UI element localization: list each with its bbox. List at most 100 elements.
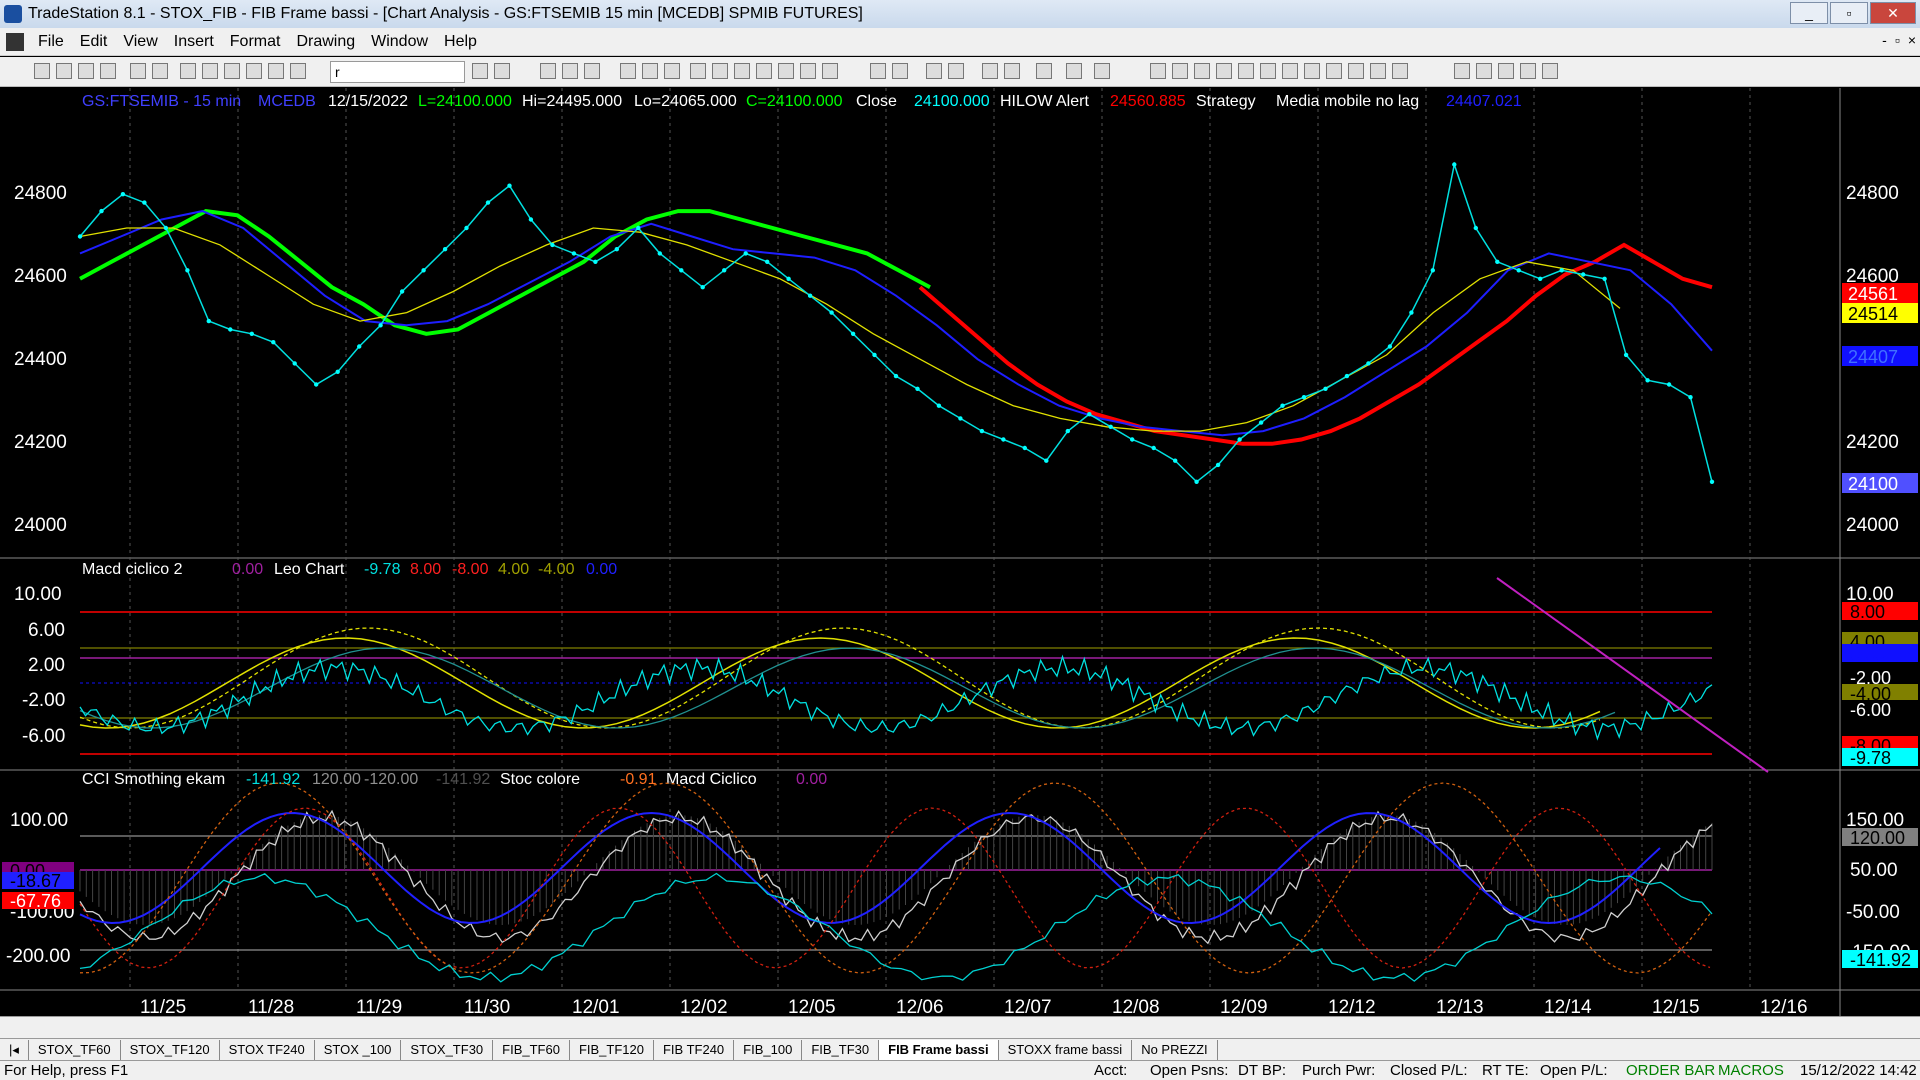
tab-fib-tf30[interactable]: FIB_TF30 <box>802 1039 880 1060</box>
search-icon[interactable] <box>494 63 510 79</box>
lock-icon[interactable] <box>246 63 262 79</box>
regression-icon[interactable] <box>1326 63 1342 79</box>
menu-drawing[interactable]: Drawing <box>288 33 363 51</box>
data-window-icon[interactable] <box>1004 63 1020 79</box>
menu-file[interactable]: File <box>30 33 72 51</box>
price-point <box>571 251 577 256</box>
tab-fib-tf240[interactable]: FIB TF240 <box>654 1039 735 1060</box>
mdi-close-button[interactable]: × <box>1908 32 1916 48</box>
cci-legend-stoc: Stoc colore <box>500 771 580 788</box>
print-icon[interactable] <box>130 63 146 79</box>
cycle-lines-icon[interactable] <box>1370 63 1386 79</box>
price-point <box>464 225 469 231</box>
tab-stox-tf120[interactable]: STOX_TF120 <box>121 1039 220 1060</box>
arc-icon[interactable] <box>1348 63 1364 79</box>
status-order-bar[interactable]: ORDER BAR <box>1626 1062 1715 1079</box>
symbol-icon[interactable] <box>290 63 306 79</box>
copy-icon[interactable] <box>202 63 218 79</box>
mdi-minimize-button[interactable]: - <box>1882 32 1887 48</box>
tab-fib-tf120[interactable]: FIB_TF120 <box>570 1039 654 1060</box>
chart-analysis-window[interactable]: GS:FTSEMIB - 15 min MCEDB 12/15/2022 L=2… <box>0 88 1920 1018</box>
cci-left-tag: -67.76 <box>10 891 61 911</box>
gann-fan-icon[interactable] <box>1282 63 1298 79</box>
trendline-icon[interactable] <box>1150 63 1166 79</box>
hammer-icon[interactable] <box>1036 63 1052 79</box>
close-button[interactable]: ✕ <box>1870 2 1916 24</box>
status-macros[interactable]: MACROS <box>1718 1062 1784 1079</box>
zoom-out-icon[interactable] <box>948 63 964 79</box>
chart-icon[interactable] <box>540 63 556 79</box>
new-icon[interactable] <box>34 63 50 79</box>
open-icon[interactable] <box>56 63 72 79</box>
price-point <box>1173 458 1178 463</box>
price-point <box>1495 259 1500 264</box>
bar-spacing-icon[interactable] <box>870 63 886 79</box>
arrow-down-icon[interactable] <box>1454 63 1470 79</box>
vertical-lines-icon[interactable] <box>1172 63 1188 79</box>
chart-svg[interactable]: GS:FTSEMIB - 15 min MCEDB 12/15/2022 L=2… <box>0 88 1920 1018</box>
menu-window[interactable]: Window <box>363 33 436 51</box>
chart-style-icon[interactable] <box>690 63 706 79</box>
tab-stoxx-frame-bassi[interactable]: STOXX frame bassi <box>999 1039 1133 1060</box>
save-all-icon[interactable] <box>100 63 116 79</box>
menu-help[interactable]: Help <box>436 33 485 51</box>
save-icon[interactable] <box>78 63 94 79</box>
restore-button[interactable]: ▫ <box>1830 2 1868 24</box>
matrix-icon[interactable] <box>584 63 600 79</box>
optimize-icon[interactable] <box>642 63 658 79</box>
price-point <box>807 293 813 298</box>
rectangle-icon[interactable] <box>1520 63 1536 79</box>
tab-fib-100[interactable]: FIB_100 <box>734 1039 803 1060</box>
tab-fib-tf60[interactable]: FIB_TF60 <box>493 1039 570 1060</box>
candle-icon[interactable] <box>734 63 750 79</box>
price-point <box>593 259 598 264</box>
text-icon[interactable] <box>1542 63 1558 79</box>
tab-stox-tf240[interactable]: STOX TF240 <box>220 1039 315 1060</box>
menu-edit[interactable]: Edit <box>72 33 116 51</box>
ellipse-icon[interactable] <box>1498 63 1514 79</box>
print-preview-icon[interactable] <box>152 63 168 79</box>
cut-icon[interactable] <box>180 63 196 79</box>
order-entry-icon[interactable] <box>1066 63 1082 79</box>
horizontal-scrollbar[interactable] <box>0 1016 1920 1038</box>
radar-icon[interactable] <box>562 63 578 79</box>
arrow-up-icon[interactable] <box>1476 63 1492 79</box>
tab-stox-tf30[interactable]: STOX_TF30 <box>401 1039 494 1060</box>
minimize-button[interactable]: _ <box>1790 2 1828 24</box>
bar-shrink-icon[interactable] <box>892 63 908 79</box>
menu-view[interactable]: View <box>115 33 165 51</box>
tab-stox-100[interactable]: STOX _100 <box>315 1039 402 1060</box>
pen-icon[interactable] <box>1392 63 1408 79</box>
menu-insert[interactable]: Insert <box>166 33 222 51</box>
insert-indicator-icon[interactable] <box>664 63 680 79</box>
tab-no-prezzi[interactable]: No PREZZI <box>1132 1039 1218 1060</box>
point-figure-icon[interactable] <box>778 63 794 79</box>
grid-icon[interactable] <box>800 63 816 79</box>
pitchfork-icon[interactable] <box>1304 63 1320 79</box>
tab-nav-first[interactable]: |◂ <box>0 1039 29 1060</box>
macd-level-tag: 8.00 <box>1850 602 1885 622</box>
bar-chart-icon[interactable] <box>712 63 728 79</box>
price-point <box>399 289 405 294</box>
go-icon[interactable] <box>472 63 488 79</box>
notes-icon[interactable] <box>1094 63 1110 79</box>
channel-icon[interactable] <box>1216 63 1232 79</box>
chart-window-icon[interactable] <box>6 32 24 51</box>
macd-legend-v1: -9.78 <box>364 561 401 578</box>
symbol-select[interactable]: r <box>330 61 465 83</box>
tab-stox-tf60[interactable]: STOX_TF60 <box>29 1039 121 1060</box>
menu-format[interactable]: Format <box>222 33 289 51</box>
horizontal-lines-icon[interactable] <box>1194 63 1210 79</box>
tab-fib-frame-bassi[interactable]: FIB Frame bassi <box>879 1039 999 1060</box>
price-axis-left-label: 24800 <box>14 183 67 204</box>
speed-lines-icon[interactable] <box>1260 63 1276 79</box>
strategy-icon[interactable] <box>620 63 636 79</box>
zoom-in-icon[interactable] <box>926 63 942 79</box>
window-icon[interactable] <box>822 63 838 79</box>
paste-icon[interactable] <box>224 63 240 79</box>
mdi-restore-button[interactable]: ▫ <box>1895 32 1900 48</box>
fib-icon[interactable] <box>1238 63 1254 79</box>
line-chart-icon[interactable] <box>756 63 772 79</box>
pointer-icon[interactable] <box>982 63 998 79</box>
format-icon[interactable] <box>268 63 284 79</box>
